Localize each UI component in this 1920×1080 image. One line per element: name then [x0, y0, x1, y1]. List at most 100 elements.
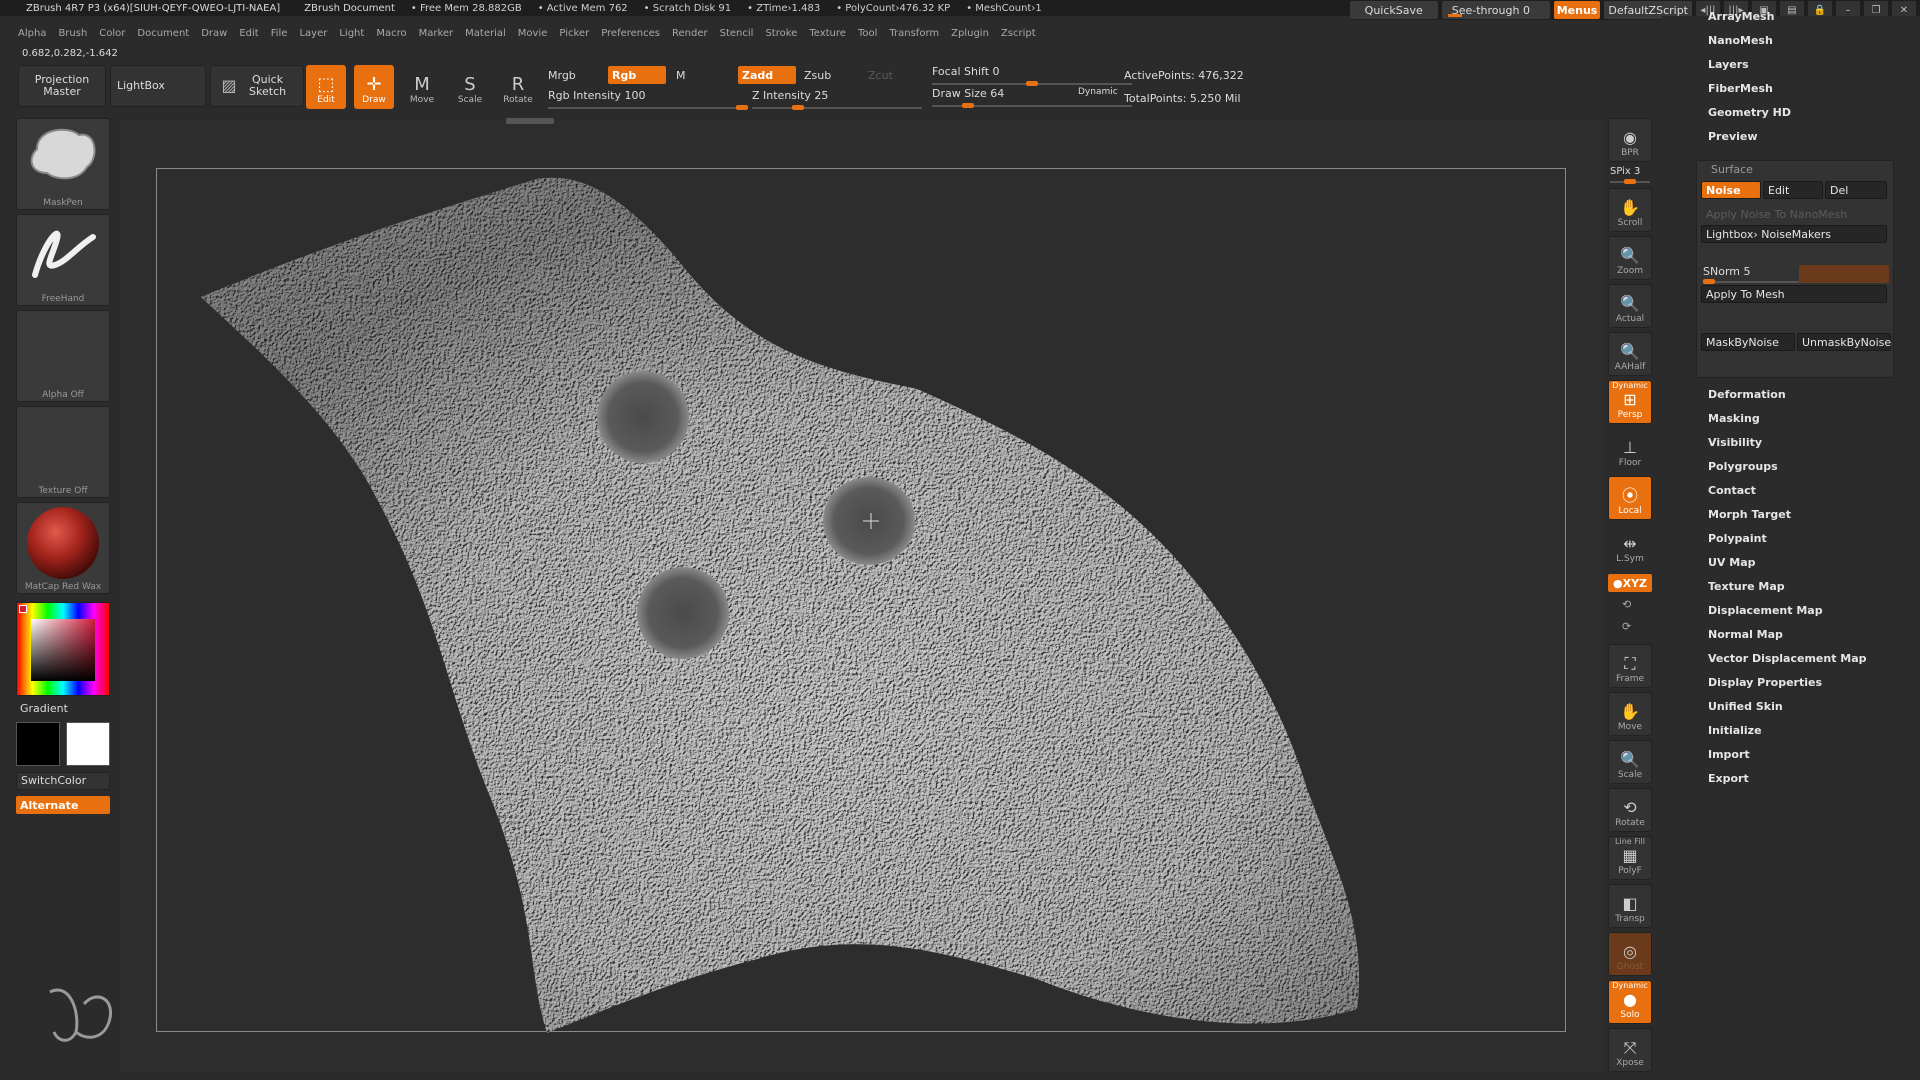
frame-button[interactable]: ⛶ Frame — [1608, 644, 1652, 688]
subpalette-visibility[interactable]: Visibility — [1708, 436, 1762, 449]
secondary-color-white-swatch[interactable] — [66, 722, 110, 766]
rgb-button[interactable]: Rgb — [608, 66, 666, 84]
alpha-thumbnail[interactable]: Alpha Off — [16, 310, 110, 402]
spix-slider[interactable] — [1610, 179, 1650, 184]
edit-mode-button[interactable]: ⬚ Edit — [306, 65, 346, 109]
subpalette-uv-map[interactable]: UV Map — [1708, 556, 1756, 569]
subpalette-fibermesh[interactable]: FiberMesh — [1708, 82, 1773, 95]
noise-edit-button[interactable]: Edit — [1763, 181, 1823, 199]
subpalette-export[interactable]: Export — [1708, 772, 1749, 785]
dynamic-toggle[interactable]: Dynamic — [1078, 87, 1118, 97]
draw-size-knob[interactable] — [962, 103, 975, 108]
zsub-button[interactable]: Zsub — [804, 69, 831, 82]
z-intensity-slider[interactable] — [752, 105, 922, 110]
ghost-button[interactable]: ◎ Ghost — [1608, 932, 1652, 976]
apply-to-mesh-button[interactable]: Apply To Mesh — [1701, 285, 1887, 303]
move-view-button[interactable]: ✋ Move — [1608, 692, 1652, 736]
menu-stroke[interactable]: Stroke — [765, 28, 797, 39]
lightbox-noisemakers-button[interactable]: Lightbox› NoiseMakers — [1701, 225, 1887, 243]
quicksave-button[interactable]: QuickSave — [1349, 1, 1438, 19]
menu-zscript[interactable]: Zscript — [1001, 28, 1036, 39]
see-through-slider[interactable]: See-through 0 — [1441, 1, 1550, 19]
polyf-button[interactable]: Line Fill ▦ PolyF — [1608, 836, 1652, 880]
menu-render[interactable]: Render — [672, 28, 708, 39]
draw-mode-button[interactable]: ✛ Draw — [354, 65, 394, 109]
menu-zplugin[interactable]: Zplugin — [951, 28, 989, 39]
floor-button[interactable]: ⊥ Floor — [1608, 428, 1652, 472]
solo-button[interactable]: Dynamic ● Solo — [1608, 980, 1652, 1024]
menu-file[interactable]: File — [271, 28, 288, 39]
main-color-swatch[interactable] — [19, 605, 27, 613]
m-button[interactable]: M — [676, 69, 686, 82]
menu-light[interactable]: Light — [339, 28, 364, 39]
subpalette-preview[interactable]: Preview — [1708, 130, 1758, 143]
brush-thumbnail[interactable]: MaskPen — [16, 118, 110, 210]
rotate-y-icon[interactable]: ⟲ — [1622, 598, 1631, 611]
menu-tool[interactable]: Tool — [858, 28, 877, 39]
menu-texture[interactable]: Texture — [809, 28, 846, 39]
zcut-button[interactable]: Zcut — [868, 69, 893, 82]
subpalette-contact[interactable]: Contact — [1708, 484, 1756, 497]
bpr-button[interactable]: ◉ BPR — [1608, 118, 1652, 162]
subpalette-vector-displacement-map[interactable]: Vector Displacement Map — [1708, 652, 1867, 665]
maskbynoise-button[interactable]: MaskByNoise — [1701, 333, 1795, 351]
aahalf-button[interactable]: 🔍 AAHalf — [1608, 332, 1652, 376]
focal-shift-knob[interactable] — [1026, 81, 1038, 86]
menu-marker[interactable]: Marker — [419, 28, 454, 39]
subpalette-polypaint[interactable]: Polypaint — [1708, 532, 1767, 545]
lightbox-button[interactable]: LightBox — [110, 65, 206, 107]
document-frame[interactable] — [156, 168, 1567, 1033]
scale-view-button[interactable]: 🔍 Scale — [1608, 740, 1652, 784]
switchcolor-button[interactable]: SwitchColor — [16, 772, 110, 790]
subpalette-display-properties[interactable]: Display Properties — [1708, 676, 1822, 689]
subpalette-deformation[interactable]: Deformation — [1708, 388, 1786, 401]
subpalette-normal-map[interactable]: Normal Map — [1708, 628, 1783, 641]
color-saturation-square[interactable] — [31, 619, 95, 681]
subpalette-arraymesh[interactable]: ArrayMesh — [1708, 10, 1774, 23]
subpalette-morph-target[interactable]: Morph Target — [1708, 508, 1791, 521]
lsym-button[interactable]: ⇹ L.Sym — [1608, 524, 1652, 568]
apply-noise-nanomesh-button[interactable]: Apply Noise To NanoMesh — [1701, 205, 1887, 223]
menu-stencil[interactable]: Stencil — [720, 28, 754, 39]
menu-draw[interactable]: Draw — [201, 28, 227, 39]
surface-header[interactable]: Surface — [1711, 163, 1753, 176]
menu-movie[interactable]: Movie — [518, 28, 548, 39]
menu-transform[interactable]: Transform — [889, 28, 939, 39]
subpalette-masking[interactable]: Masking — [1708, 412, 1760, 425]
persp-button[interactable]: Dynamic ⊞ Persp — [1608, 380, 1652, 424]
subpalette-geometry-hd[interactable]: Geometry HD — [1708, 106, 1791, 119]
menu-preferences[interactable]: Preferences — [601, 28, 660, 39]
rgb-intensity-slider[interactable] — [548, 105, 748, 110]
zoom-button[interactable]: 🔍 Zoom — [1608, 236, 1652, 280]
menu-brush[interactable]: Brush — [58, 28, 87, 39]
rotate-z-icon[interactable]: ⟳ — [1622, 620, 1631, 633]
transp-button[interactable]: ◧ Transp — [1608, 884, 1652, 928]
subpalette-import[interactable]: Import — [1708, 748, 1750, 761]
quick-sketch-button[interactable]: ▨ Quick Sketch — [210, 65, 304, 107]
rotate-view-button[interactable]: ⟲ Rotate — [1608, 788, 1652, 832]
subpalette-initialize[interactable]: Initialize — [1708, 724, 1762, 737]
stroke-thumbnail[interactable]: FreeHand — [16, 214, 110, 306]
subpalette-nanomesh[interactable]: NanoMesh — [1708, 34, 1773, 47]
move-mode-button[interactable]: M Move — [402, 65, 442, 109]
gradient-label[interactable]: Gradient — [20, 702, 68, 715]
menu-layer[interactable]: Layer — [299, 28, 327, 39]
scale-mode-button[interactable]: S Scale — [450, 65, 490, 109]
subpalette-unified-skin[interactable]: Unified Skin — [1708, 700, 1783, 713]
menu-picker[interactable]: Picker — [559, 28, 589, 39]
subpalette-texture-map[interactable]: Texture Map — [1708, 580, 1785, 593]
main-color-black-swatch[interactable] — [16, 722, 60, 766]
sculpt-mesh[interactable] — [157, 169, 1567, 1033]
subpalette-layers[interactable]: Layers — [1708, 58, 1749, 71]
material-thumbnail[interactable]: MatCap Red Wax — [16, 502, 110, 594]
scroll-button[interactable]: ✋ Scroll — [1608, 188, 1652, 232]
menu-color[interactable]: Color — [99, 28, 125, 39]
mrgb-button[interactable]: Mrgb — [548, 69, 576, 82]
menus-button[interactable]: Menus — [1553, 1, 1601, 19]
projection-master-button[interactable]: Projection Master — [18, 65, 106, 107]
color-picker[interactable] — [16, 602, 110, 696]
rotate-mode-button[interactable]: R Rotate — [498, 65, 538, 109]
draw-size-slider[interactable] — [932, 103, 1132, 108]
subpalette-polygroups[interactable]: Polygroups — [1708, 460, 1778, 473]
noise-button[interactable]: Noise — [1701, 181, 1761, 199]
